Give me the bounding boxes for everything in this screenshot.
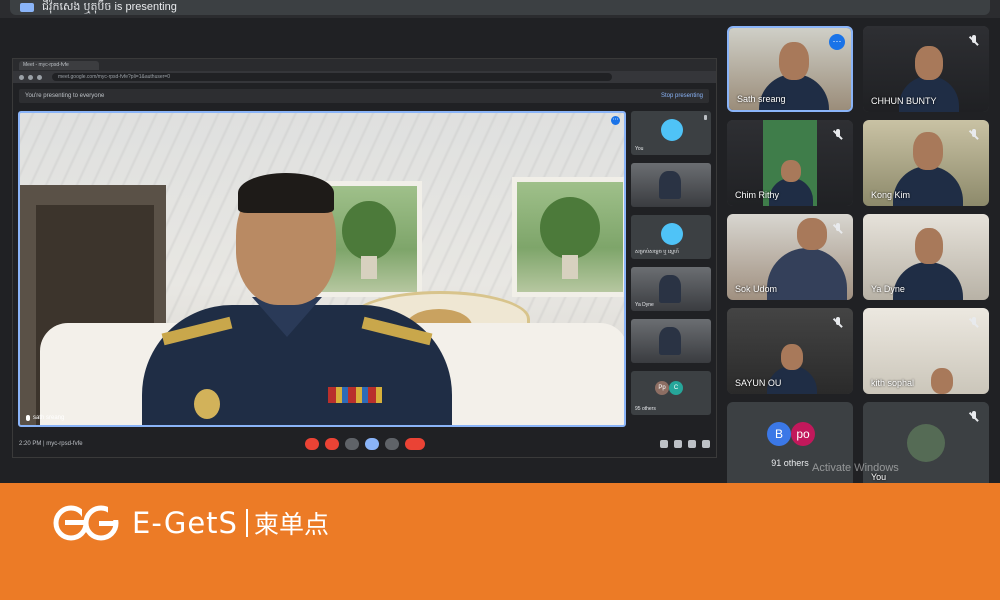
shared-tile[interactable] bbox=[631, 163, 711, 207]
muted-mic-icon bbox=[831, 128, 845, 142]
present-screen-icon bbox=[20, 3, 34, 12]
more-options-button[interactable] bbox=[385, 438, 399, 450]
more-options-icon[interactable]: ⋯ bbox=[611, 116, 620, 125]
brand-name-cn: 柬单点 bbox=[253, 510, 329, 539]
shared-tile[interactable]: សម្រាប់សម្តេច ឬ ស្នេហ៍ bbox=[631, 215, 711, 259]
participant-name: CHHUN BUNTY bbox=[871, 96, 937, 106]
forward-icon[interactable] bbox=[28, 74, 33, 80]
participant-name: Kong Kim bbox=[871, 190, 911, 200]
browser-tab[interactable]: Meet - myc-rpsd-fvfe bbox=[19, 60, 99, 70]
tile-label: 95 others bbox=[635, 406, 656, 412]
brand-name: E-GetS bbox=[132, 506, 238, 540]
participant-tile[interactable]: Ya Dyne bbox=[863, 214, 989, 300]
more-options-icon[interactable]: ⋯ bbox=[829, 34, 845, 50]
uniform-badge bbox=[194, 389, 220, 419]
activate-windows-watermark: Activate Windows bbox=[812, 462, 899, 474]
back-icon[interactable] bbox=[19, 74, 24, 80]
browser-tab-strip: Meet - myc-rpsd-fvfe bbox=[13, 59, 716, 71]
participant-name: SAYUN OU bbox=[735, 378, 782, 388]
shared-tile[interactable]: You bbox=[631, 111, 711, 155]
participant-name: Ya Dyne bbox=[871, 284, 905, 294]
mic-toggle-button[interactable] bbox=[305, 438, 319, 450]
brand-banner: E-GetS 柬单点 bbox=[0, 483, 1000, 600]
medal-ribbons bbox=[328, 387, 382, 403]
participant-tile[interactable]: ⋯ Sath sreang bbox=[727, 26, 853, 112]
main-speaker-name: sath sreang bbox=[33, 415, 65, 421]
participant-tile[interactable]: Kong Kim bbox=[863, 120, 989, 206]
others-tile[interactable]: B po 91 others bbox=[727, 402, 853, 488]
participant-tile[interactable]: kith sophal bbox=[863, 308, 989, 394]
participant-tile[interactable]: CHHUN BUNTY bbox=[863, 26, 989, 112]
self-tile[interactable]: You bbox=[863, 402, 989, 488]
shared-presenting-notice: You're presenting to everyone bbox=[25, 93, 105, 99]
participant-name: Chim Rithy bbox=[735, 190, 780, 200]
chat-icon[interactable] bbox=[688, 440, 696, 448]
avatar bbox=[661, 223, 683, 245]
avatar: B bbox=[767, 422, 791, 446]
shared-tile-others[interactable]: Pp C 95 others bbox=[631, 371, 711, 415]
main-speaker-video[interactable]: ⋯ sath sreang bbox=[18, 111, 626, 427]
brand-divider bbox=[245, 509, 248, 537]
tile-label: Ya Dyne bbox=[635, 302, 654, 308]
muted-mic-icon bbox=[967, 410, 981, 424]
brand-logo: E-GetS 柬单点 bbox=[52, 503, 329, 543]
meet-screenshot: ជីវ៉ុកសេង ឬតុប៊ិច is presenting Meet - m… bbox=[0, 0, 1000, 600]
browser-toolbar: meet.google.com/myc-rpsd-fvfe?pli=1&auth… bbox=[13, 71, 716, 83]
end-call-button[interactable] bbox=[405, 438, 425, 450]
avatar: Pp bbox=[655, 381, 669, 395]
participant-tile[interactable]: Chim Rithy bbox=[727, 120, 853, 206]
stop-presenting-button[interactable]: Stop presenting bbox=[661, 93, 703, 99]
muted-mic-icon bbox=[967, 128, 981, 142]
shared-tile[interactable]: Ya Dyne bbox=[631, 267, 711, 311]
camera-toggle-button[interactable] bbox=[325, 438, 339, 450]
presenting-banner[interactable]: ជីវ៉ុកសេង ឬតុប៊ិច is presenting bbox=[10, 0, 990, 15]
reload-icon[interactable] bbox=[37, 74, 42, 80]
mic-icon bbox=[26, 415, 30, 421]
tile-label: សម្រាប់សម្តេច ឬ ស្នេហ៍ bbox=[635, 249, 679, 255]
shared-meet-area: You're presenting to everyone Stop prese… bbox=[13, 83, 716, 457]
address-bar[interactable]: meet.google.com/myc-rpsd-fvfe?pli=1&auth… bbox=[52, 73, 612, 81]
shared-side-tiles: You សម្រាប់សម្តេច ឬ ស្នេហ៍ Ya Dyne Pp C … bbox=[631, 111, 711, 427]
shared-controls-bar: 2:20 PM | myc-rpsd-fvfe bbox=[13, 431, 716, 457]
participant-tile[interactable]: SAYUN OU bbox=[727, 308, 853, 394]
participant-name: kith sophal bbox=[871, 378, 915, 388]
activities-icon[interactable] bbox=[702, 440, 710, 448]
mic-icon bbox=[704, 115, 707, 120]
muted-mic-icon bbox=[831, 316, 845, 330]
avatar bbox=[907, 424, 945, 462]
avatar: po bbox=[791, 422, 815, 446]
shared-tile[interactable] bbox=[631, 319, 711, 363]
main-speaker-label: sath sreang bbox=[26, 415, 64, 421]
muted-mic-icon bbox=[967, 316, 981, 330]
egets-logo-icon bbox=[52, 503, 122, 542]
info-icon[interactable] bbox=[660, 440, 668, 448]
muted-mic-icon bbox=[967, 34, 981, 48]
shared-screen: Meet - myc-rpsd-fvfe meet.google.com/myc… bbox=[12, 58, 717, 458]
tile-label: You bbox=[635, 146, 644, 152]
present-button[interactable] bbox=[365, 438, 379, 450]
presenting-text: ជីវ៉ុកសេង ឬតុប៊ិច is presenting bbox=[42, 0, 177, 13]
presenting-bar: ជីវ៉ុកសេង ឬតុប៊ិច is presenting bbox=[0, 0, 1000, 18]
muted-mic-icon bbox=[831, 222, 845, 236]
participant-tile[interactable]: Sok Udom bbox=[727, 214, 853, 300]
participant-name: Sok Udom bbox=[735, 284, 778, 294]
captions-button[interactable] bbox=[345, 438, 359, 450]
shared-presenting-strip: You're presenting to everyone Stop prese… bbox=[19, 89, 709, 103]
participant-name: Sath sreang bbox=[737, 94, 786, 104]
wall-painting-right bbox=[512, 177, 624, 297]
avatar bbox=[661, 119, 683, 141]
avatar: C bbox=[669, 381, 683, 395]
speaker-person bbox=[132, 173, 462, 425]
people-icon[interactable] bbox=[674, 440, 682, 448]
meeting-time: 2:20 PM | myc-rpsd-fvfe bbox=[19, 441, 83, 447]
